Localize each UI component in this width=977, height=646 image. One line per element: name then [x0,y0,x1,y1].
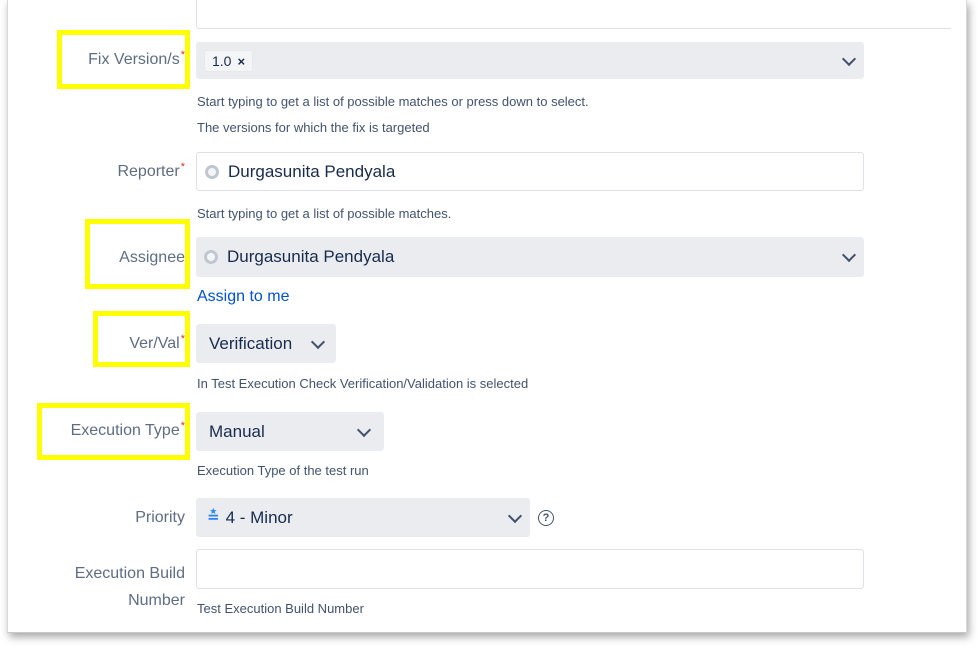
ver-val-label: Ver/Val* [129,333,185,352]
execution-type-select[interactable]: Manual [196,412,384,451]
ver-val-value: Verification [209,333,293,353]
priority-minor-icon: ≛ [207,509,220,526]
version-tag-label: 1.0 [212,52,232,69]
fix-version-help-2: The versions for which the fix is target… [197,120,430,135]
execution-build-number-label-line-2: Number [128,592,185,609]
user-avatar-icon [205,164,219,179]
required-asterisk: * [180,49,185,61]
ver-val-select[interactable]: Verification [196,324,336,363]
priority-value: 4 - Minor [225,507,293,527]
fix-version-label: Fix Version/s* [88,49,185,68]
reporter-value: Durgasunita Pendyala [228,161,396,181]
execution-type-label: Execution Type* [70,420,185,439]
assign-to-me-link[interactable]: Assign to me [197,288,289,306]
help-question-icon[interactable]: ? [538,510,554,526]
execution-build-number-help: Test Execution Build Number [197,601,364,616]
fix-version-help-1: Start typing to get a list of possible m… [197,94,589,109]
user-avatar-icon [204,250,218,264]
assignee-label: Assignee [119,249,185,266]
assignee-value: Durgasunita Pendyala [227,247,395,266]
priority-label: Priority [135,509,185,526]
chevron-down-icon[interactable] [507,508,523,523]
assignee-select[interactable]: Durgasunita Pendyala [196,237,864,277]
execution-type-help: Execution Type of the test run [197,463,369,478]
execution-build-number-label-line-1: Execution Build [74,565,185,582]
required-asterisk: * [180,420,185,432]
remove-tag-icon[interactable]: × [237,54,245,69]
priority-select[interactable]: ≛ 4 - Minor [196,498,530,537]
required-asterisk: * [180,161,185,173]
chevron-down-icon[interactable] [310,334,326,349]
fix-version-select[interactable]: 1.0 × [196,42,864,79]
required-asterisk: * [180,333,185,345]
reporter-label: Reporter* [117,161,185,180]
ver-val-help: In Test Execution Check Verification/Val… [197,376,529,391]
reporter-help: Start typing to get a list of possible m… [197,206,452,221]
chevron-down-icon[interactable] [841,51,857,66]
version-tag: 1.0 × [204,49,254,72]
execution-build-number-input[interactable] [196,549,864,589]
chevron-down-icon[interactable] [356,422,372,437]
execution-type-value: Manual [209,421,265,441]
reporter-input[interactable]: Durgasunita Pendyala [196,152,864,191]
chevron-down-icon[interactable] [841,247,857,263]
execution-build-number-label: Execution Build Number [75,560,185,614]
previous-field-edge [196,0,951,29]
